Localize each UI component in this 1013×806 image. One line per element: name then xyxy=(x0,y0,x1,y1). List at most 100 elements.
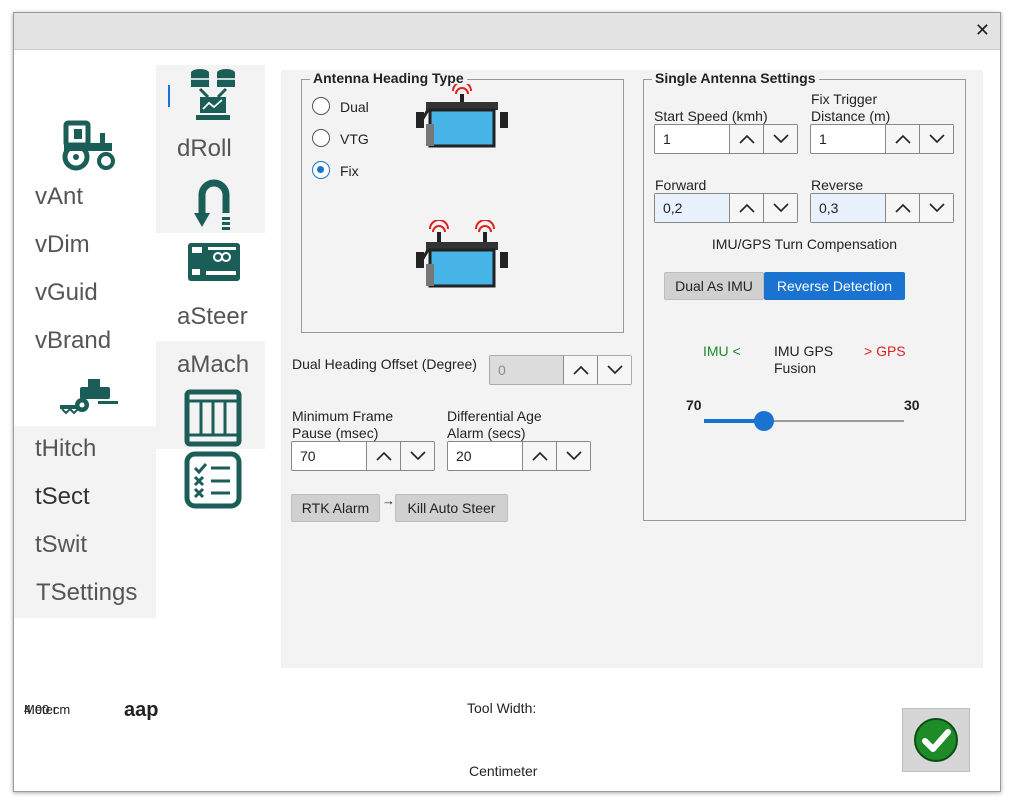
chevron-down-icon xyxy=(565,451,582,461)
chevron-down-icon xyxy=(606,365,623,375)
nav-item-thitch[interactable]: tHitch xyxy=(35,435,96,463)
checklist-icon[interactable] xyxy=(184,451,242,509)
forward-down-button[interactable] xyxy=(763,194,797,222)
close-button[interactable]: ✕ xyxy=(975,20,990,41)
chevron-up-icon xyxy=(894,134,911,144)
radio-fix[interactable] xyxy=(312,161,330,179)
min-frame-spinner[interactable]: 70 xyxy=(291,441,435,471)
gps-right-label: > GPS xyxy=(864,343,906,359)
nav-item-tsect[interactable]: tSect xyxy=(35,483,90,511)
start-speed-spinner[interactable]: 1 xyxy=(654,124,798,154)
grid-box-icon[interactable] xyxy=(184,389,242,447)
imu-comp-label: IMU/GPS Turn Compensation xyxy=(711,236,898,252)
fusion-label-2: Fusion xyxy=(774,360,817,376)
min-frame-down-button[interactable] xyxy=(400,442,434,470)
u-turn-icon[interactable] xyxy=(192,177,234,231)
reverse-value[interactable]: 0,3 xyxy=(811,194,885,222)
fix-trigger-label-1: Fix Trigger xyxy=(811,91,878,107)
nav-item-vbrand[interactable]: vBrand xyxy=(35,327,111,355)
slider-left-value: 70 xyxy=(686,397,702,413)
single-antenna-group: Single Antenna Settings Start Speed (kmh… xyxy=(643,70,966,521)
diff-age-up-button[interactable] xyxy=(522,442,556,470)
nav-item-amach[interactable]: aMach xyxy=(177,351,249,379)
main-panel: Antenna Heading Type Dual VTG Fix Dual H… xyxy=(281,70,983,668)
start-speed-label: Start Speed (kmh) xyxy=(654,108,768,124)
nav-item-vant[interactable]: vAnt xyxy=(35,183,83,211)
nav-item-tswit[interactable]: tSwit xyxy=(35,531,87,559)
reverse-label: Reverse xyxy=(811,177,864,193)
dual-offset-down-button xyxy=(597,356,631,384)
tool-width-label: Tool Width: xyxy=(467,700,537,716)
chevron-down-icon xyxy=(928,203,945,213)
chevron-up-icon xyxy=(531,451,548,461)
fix-trigger-up-button[interactable] xyxy=(885,125,919,153)
diff-age-value[interactable]: 20 xyxy=(448,442,522,470)
left-nav: vAnt vDim vGuid vBrand tHitch tSect tSwi… xyxy=(14,13,156,618)
reverse-spinner[interactable]: 0,3 xyxy=(810,193,954,223)
radio-vtg-label: VTG xyxy=(340,131,369,147)
start-speed-down-button[interactable] xyxy=(763,125,797,153)
forward-label: Forward xyxy=(655,177,707,193)
arduino-board-icon[interactable] xyxy=(186,241,242,283)
forward-value[interactable]: 0,2 xyxy=(655,194,729,222)
title-bar: ✕ xyxy=(14,13,1000,50)
forward-up-button[interactable] xyxy=(729,194,763,222)
single-antenna-tractor-icon xyxy=(416,84,508,148)
settings-window: ✕ vAnt vDim vGuid vBrand tHitch tSect tS… xyxy=(13,12,1001,792)
kill-auto-steer-button[interactable]: Kill Auto Steer xyxy=(395,494,508,522)
radio-vtg[interactable] xyxy=(312,129,330,147)
reverse-detection-button[interactable]: Reverse Detection xyxy=(764,272,905,300)
overlap-text-b: 4.00 cm xyxy=(24,702,71,717)
radio-dual[interactable] xyxy=(312,97,330,115)
ok-button[interactable] xyxy=(902,708,970,772)
centimeter-label: Centimeter xyxy=(469,763,538,779)
fix-trigger-spinner[interactable]: 1 xyxy=(810,124,954,154)
reverse-up-button[interactable] xyxy=(885,194,919,222)
chevron-down-icon xyxy=(928,134,945,144)
aap-label: aap xyxy=(124,699,159,721)
chevron-up-icon xyxy=(738,134,755,144)
dual-offset-label: Dual Heading Offset (Degree) xyxy=(292,356,477,372)
dual-offset-value: 0 xyxy=(490,356,563,384)
diff-age-down-button[interactable] xyxy=(556,442,590,470)
nav-item-asteer[interactable]: aSteer xyxy=(177,303,248,331)
chevron-up-icon xyxy=(894,203,911,213)
reverse-down-button[interactable] xyxy=(919,194,953,222)
chevron-up-icon xyxy=(375,451,392,461)
rtk-alarm-button[interactable]: RTK Alarm xyxy=(291,494,380,522)
chevron-up-icon xyxy=(572,365,589,375)
chevron-down-icon xyxy=(772,134,789,144)
diff-age-label-2: Alarm (secs) xyxy=(447,425,526,441)
seeder-icon[interactable] xyxy=(58,377,120,415)
min-frame-label-2: Pause (msec) xyxy=(292,425,379,441)
start-speed-value[interactable]: 1 xyxy=(655,125,729,153)
fix-trigger-value[interactable]: 1 xyxy=(811,125,885,153)
min-frame-up-button[interactable] xyxy=(366,442,400,470)
min-frame-value[interactable]: 70 xyxy=(292,442,366,470)
mid-nav: dRoll aSteer aMach xyxy=(156,65,266,520)
selection-marker xyxy=(168,85,170,107)
database-icon[interactable] xyxy=(188,67,238,123)
chevron-up-icon xyxy=(738,203,755,213)
dual-offset-up-button xyxy=(563,356,597,384)
tractor-icon[interactable] xyxy=(60,117,118,171)
slider-right-value: 30 xyxy=(904,397,920,413)
start-speed-up-button[interactable] xyxy=(729,125,763,153)
fusion-label-1: IMU GPS xyxy=(774,343,834,359)
forward-spinner[interactable]: 0,2 xyxy=(654,193,798,223)
min-frame-label-1: Minimum Frame xyxy=(292,408,394,424)
nav-item-droll[interactable]: dRoll xyxy=(177,135,232,163)
arrow-icon: → xyxy=(382,493,395,508)
fusion-slider[interactable] xyxy=(704,411,904,431)
nav-item-tsettings[interactable]: TSettings xyxy=(36,579,137,607)
diff-age-spinner[interactable]: 20 xyxy=(447,441,591,471)
nav-item-vguid[interactable]: vGuid xyxy=(35,279,98,307)
fix-trigger-down-button[interactable] xyxy=(919,125,953,153)
green-check-icon xyxy=(914,718,958,762)
antenna-heading-group: Antenna Heading Type Dual VTG Fix xyxy=(301,70,624,333)
nav-item-vdim[interactable]: vDim xyxy=(35,231,90,259)
radio-dual-label: Dual xyxy=(340,99,369,115)
diff-age-label-1: Differential Age xyxy=(447,408,542,424)
slider-handle[interactable] xyxy=(754,411,774,431)
dual-as-imu-button[interactable]: Dual As IMU xyxy=(664,272,764,300)
